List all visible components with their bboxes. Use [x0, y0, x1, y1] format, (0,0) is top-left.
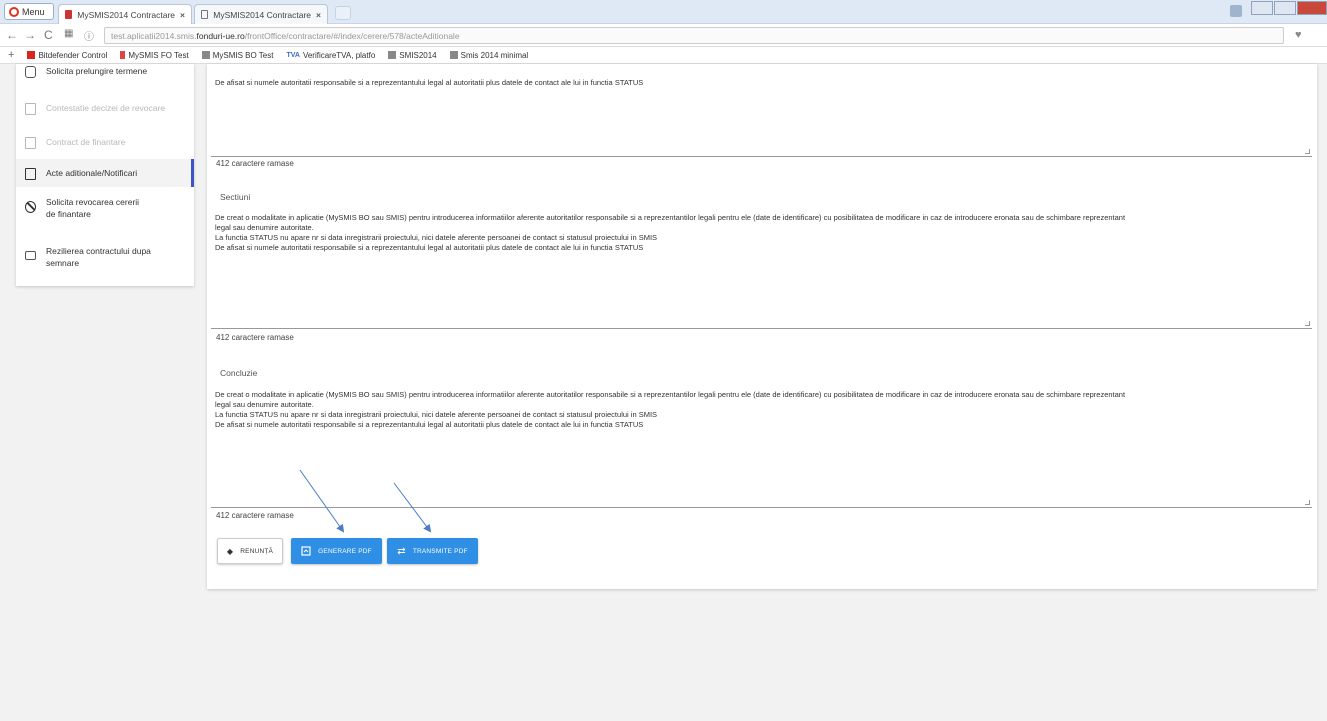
page-icon	[449, 51, 458, 59]
bookmark-mysmis-bo[interactable]: MySMIS BO Test	[201, 51, 273, 60]
back-arrow-icon: ◆	[226, 546, 234, 556]
page-icon	[388, 51, 397, 59]
speed-dial-icon[interactable]: ▦	[64, 28, 73, 39]
textarea-concluzie[interactable]	[211, 384, 1312, 508]
char-counter: 412 caractere ramase	[216, 333, 294, 342]
tva-icon: TVA	[286, 51, 300, 59]
send-pdf-label: TRANSMITE PDF	[412, 547, 468, 555]
user-profile-icon[interactable]	[1230, 5, 1242, 17]
sidebar-item-label: Solicita prelungire termene	[46, 66, 148, 76]
resize-handle-icon[interactable]	[1305, 500, 1310, 505]
address-bar: ← → C ▦ ⓘ test.aplicatii2014.smis.fondur…	[0, 24, 1327, 47]
bitdefender-icon	[27, 51, 36, 59]
bookmark-mysmis-fo[interactable]: MySMIS FO Test	[120, 51, 189, 60]
back-arrow-icon[interactable]: ←	[6, 28, 18, 42]
add-bookmark-icon[interactable]: +	[8, 49, 14, 61]
minimize-button[interactable]	[1251, 1, 1273, 15]
smis-favicon-icon	[65, 10, 73, 19]
sidebar-menu: Solicita prelungire termene Contestatie …	[16, 64, 194, 286]
sidebar-item-prelungire-termene[interactable]: Solicita prelungire termene	[16, 64, 194, 88]
smis-icon	[120, 51, 126, 59]
browser-tab-2[interactable]: MySMIS2014 Contractare ×	[194, 4, 328, 24]
url-prefix: test.aplicatii2014.smis.	[111, 31, 197, 41]
textarea-top[interactable]	[211, 64, 1312, 157]
textarea-sectiuni[interactable]	[211, 207, 1312, 329]
send-pdf-button[interactable]: ⇄ TRANSMITE PDF	[387, 538, 478, 564]
clock-icon	[25, 66, 36, 78]
cancel-button[interactable]: ◆ RENUNȚĂ	[217, 538, 283, 564]
browser-titlebar: Menu MySMIS2014 Contractare × MySMIS2014…	[0, 0, 1327, 24]
bookmark-smis-minimal[interactable]: Smis 2014 minimal	[449, 51, 528, 60]
char-counter: 412 caractere ramase	[216, 511, 294, 520]
reload-icon[interactable]: C	[44, 28, 53, 42]
sidebar-item-contract-finantare: Contract de finantare	[16, 136, 194, 152]
close-window-button[interactable]	[1297, 1, 1327, 15]
bookmark-verificare-tva[interactable]: TVA VerificareTVA, platfo	[286, 51, 375, 60]
window-controls	[1250, 1, 1327, 15]
bookmark-heart-icon[interactable]: ♥	[1295, 29, 1302, 41]
browser-menu-label: Menu	[22, 6, 45, 17]
resize-handle-icon[interactable]	[1305, 321, 1310, 326]
generate-pdf-button[interactable]: GENERARE PDF	[291, 538, 382, 564]
section-label-concluzie: Concluzie	[220, 368, 258, 378]
browser-tab-title: MySMIS2014 Contractare	[213, 9, 312, 20]
generate-pdf-label: GENERARE PDF	[318, 547, 372, 555]
sidebar-item-contestatie: Contestatie decizei de revocare	[16, 102, 194, 118]
sidebar-item-acte-aditionale[interactable]: Acte aditionale/Notificari	[16, 159, 194, 187]
url-input[interactable]: test.aplicatii2014.smis.fonduri-ue.ro/fr…	[104, 27, 1284, 44]
document-icon	[25, 137, 36, 149]
money-icon	[25, 251, 36, 260]
close-tab-icon[interactable]: ×	[316, 10, 321, 20]
sidebar-item-label: Contestatie decizei de revocare	[46, 103, 166, 113]
sidebar-item-label: Acte aditionale/Notificari	[46, 168, 138, 178]
sidebar-item-label: Solicita revocarea cererii de finantare	[46, 197, 140, 219]
browser-tab-1[interactable]: MySMIS2014 Contractare ×	[58, 4, 192, 24]
ban-icon	[25, 201, 36, 213]
bookmark-bitdefender[interactable]: Bitdefender Control	[27, 51, 107, 60]
pdf-document-icon	[301, 546, 311, 556]
opera-logo-icon	[9, 6, 19, 17]
close-tab-icon[interactable]: ×	[180, 10, 185, 20]
section-label-sectiuni: Sectiuni	[220, 192, 251, 202]
new-tab-button[interactable]	[335, 6, 351, 20]
cancel-button-label: RENUNȚĂ	[240, 547, 274, 555]
bookmark-smis2014[interactable]: SMIS2014	[388, 51, 437, 60]
sidebar-item-label: Rezilierea contractului dupa semnare	[46, 246, 151, 268]
bookmarks-bar: + Bitdefender Control MySMIS FO Test MyS…	[0, 47, 1327, 64]
url-path: /frontOffice/contractare/#/index/cerere/…	[244, 31, 460, 41]
site-info-icon[interactable]: ⓘ	[84, 28, 94, 43]
url-host: fonduri-ue.ro	[196, 31, 245, 41]
document-favicon-icon	[201, 10, 209, 19]
sidebar-item-revocare-cerere[interactable]: Solicita revocarea cererii de finantare	[16, 196, 194, 226]
transfer-arrows-icon: ⇄	[397, 545, 406, 557]
page-icon	[201, 51, 210, 59]
browser-menu-button[interactable]: Menu	[4, 3, 54, 20]
forward-arrow-icon[interactable]: →	[24, 28, 36, 42]
document-icon	[25, 103, 36, 115]
browser-tab-title: MySMIS2014 Contractare	[77, 9, 176, 20]
char-counter: 412 caractere ramase	[216, 159, 294, 168]
maximize-button[interactable]	[1274, 1, 1296, 15]
sidebar-item-reziliere-contract[interactable]: Rezilierea contractului dupa semnare	[16, 245, 194, 275]
sidebar-item-label: Contract de finantare	[46, 137, 126, 147]
document-icon	[25, 168, 36, 180]
resize-handle-icon[interactable]	[1305, 149, 1310, 154]
